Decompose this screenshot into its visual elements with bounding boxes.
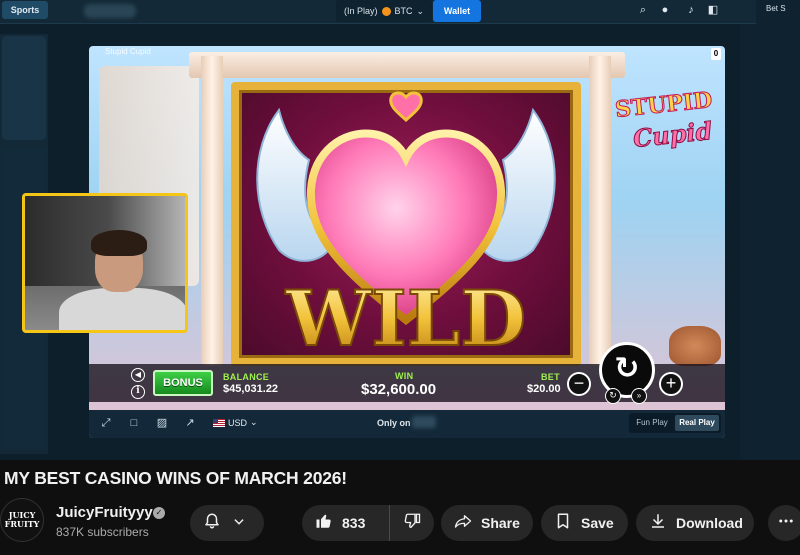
user-icon[interactable]: ●	[658, 3, 672, 17]
us-flag-icon	[213, 418, 225, 427]
like-count: 833	[342, 515, 366, 531]
streamer-body	[59, 288, 185, 330]
channel-name[interactable]: JuicyFruityyy	[56, 504, 153, 521]
theatre-icon[interactable]: □	[127, 416, 141, 430]
sidebar-block	[2, 36, 46, 140]
balance-selector[interactable]: (In Play) BTC ⌄	[336, 0, 432, 22]
balance-label: BALANCE	[223, 372, 270, 382]
download-button[interactable]: Download	[636, 505, 754, 541]
close-icon[interactable]: 0	[711, 48, 721, 60]
reel-area: WILD	[231, 82, 581, 366]
bookmark-icon	[553, 512, 573, 535]
currency-selector[interactable]: USD ⌄	[213, 417, 258, 428]
casino-game-controls: ⤢ □ ▨ ↗ USD ⌄ Only on Fun Play Real Play	[89, 410, 725, 438]
share-arrow-icon	[453, 512, 473, 535]
subscriber-count: 837K subscribers	[56, 525, 149, 539]
temple-roof	[189, 52, 625, 78]
chevron-down-icon: ⌄	[250, 417, 258, 427]
like-button[interactable]: 833	[302, 505, 390, 541]
webcam-overlay	[22, 193, 188, 333]
fullscreen-icon[interactable]: ⤢	[99, 416, 113, 430]
thumbs-up-icon	[314, 512, 334, 535]
betslip-panel	[740, 24, 800, 460]
decorative-vase	[669, 326, 721, 366]
bell-icon[interactable]: ♪	[684, 3, 698, 17]
channel-avatar[interactable]: JUICY FRUITY	[0, 498, 44, 542]
video-player[interactable]: Sports (In Play) BTC ⌄ Wallet ⌕ ● ♪ ◧ Be…	[0, 0, 800, 460]
chevron-down-icon: ⌄	[416, 5, 425, 16]
search-icon[interactable]: ⌕	[636, 3, 650, 17]
video-title: MY BEST CASINO WINS OF MARCH 2026!	[4, 468, 347, 488]
btc-coin-icon	[381, 6, 391, 16]
turbo-icon[interactable]: »	[631, 388, 647, 404]
betslip-tab[interactable]: Bet S	[756, 0, 800, 24]
play-mode-toggle: Fun Play Real Play	[629, 413, 721, 433]
game-frame-title: Stupid Cupid	[105, 47, 151, 56]
download-label: Download	[676, 515, 743, 531]
game-logo: STUPID Cupid	[609, 86, 721, 158]
bet-value: $20.00	[527, 383, 561, 395]
bet-label: BET	[541, 372, 560, 382]
game-control-bar: ◀ i BONUS BALANCE $45,031.22 WIN $32,600…	[89, 342, 725, 404]
download-icon	[648, 512, 668, 535]
blurred-site-logo	[84, 4, 136, 18]
share-button[interactable]: Share	[441, 505, 533, 541]
notification-bell-button[interactable]	[190, 505, 264, 541]
small-heart-icon	[389, 91, 423, 123]
win-label: WIN	[395, 371, 414, 381]
betslip-label: Bet S	[766, 4, 786, 13]
like-dislike-group: 833	[302, 505, 434, 541]
fun-play-button[interactable]: Fun Play	[631, 415, 673, 431]
only-on-label: Only on	[377, 418, 411, 428]
chevron-down-icon	[232, 515, 246, 532]
wild-symbol: WILD	[256, 91, 556, 364]
decrease-bet-button[interactable]: −	[567, 372, 591, 396]
more-actions-button[interactable]	[768, 505, 800, 541]
sound-icon[interactable]: ◀	[131, 368, 145, 382]
streamer-hair	[91, 230, 147, 256]
dislike-button[interactable]	[390, 512, 434, 535]
balance-value: $45,031.22	[223, 383, 279, 395]
verified-check-icon: ✓	[153, 507, 165, 519]
bell-icon	[202, 512, 222, 535]
blurred-brand	[412, 416, 436, 428]
currency-code: BTC	[394, 6, 413, 16]
bonus-button[interactable]: BONUS	[153, 370, 213, 396]
autoplay-icon[interactable]: ↻	[605, 388, 621, 404]
real-play-button[interactable]: Real Play	[675, 415, 719, 431]
currency-label: USD	[228, 417, 248, 428]
save-button[interactable]: Save	[541, 505, 628, 541]
sidebar-icon[interactable]: ◧	[706, 3, 720, 17]
balance-mode-label: (In Play)	[344, 6, 378, 16]
share-label: Share	[481, 515, 520, 531]
stats-icon[interactable]: ▨	[155, 416, 169, 430]
sports-tab[interactable]: Sports	[2, 1, 48, 19]
logo-text-line2: Cupid	[631, 115, 714, 154]
info-icon[interactable]: i	[131, 385, 145, 399]
wallet-button[interactable]: Wallet	[433, 0, 481, 22]
thumbs-down-icon	[402, 512, 422, 535]
more-horizontal-icon	[776, 512, 796, 535]
wild-text: WILD	[285, 274, 526, 358]
avatar-text: JUICY FRUITY	[4, 510, 40, 529]
temple-pillar	[201, 56, 223, 366]
increase-bet-button[interactable]: +	[659, 372, 683, 396]
win-value: $32,600.00	[361, 381, 437, 398]
save-label: Save	[581, 515, 614, 531]
temple-pillar	[589, 56, 611, 366]
popout-icon[interactable]: ↗	[183, 416, 197, 430]
casino-topbar: Sports (In Play) BTC ⌄ Wallet ⌕ ● ♪ ◧ Be…	[0, 0, 800, 24]
